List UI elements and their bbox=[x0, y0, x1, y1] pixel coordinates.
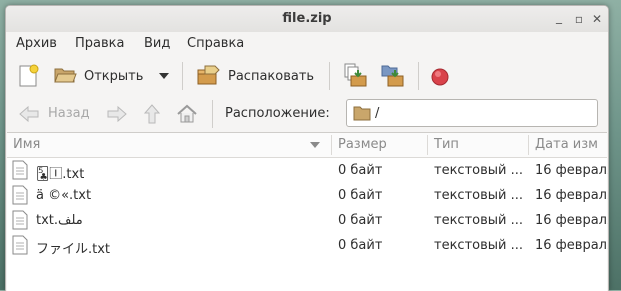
file-row[interactable]: ä ©«.txt 0 байт текстовый ... 16 февраля bbox=[7, 183, 609, 208]
up-arrow-icon[interactable] bbox=[143, 103, 161, 125]
menu-view[interactable]: Вид bbox=[144, 36, 170, 51]
file-date: 16 февраля bbox=[535, 163, 609, 178]
column-type[interactable]: Тип bbox=[428, 133, 528, 157]
open-button-label[interactable]: Открыть bbox=[84, 69, 143, 84]
column-size[interactable]: Размер bbox=[332, 133, 427, 157]
file-name: 🃕🄸.txt bbox=[36, 167, 85, 182]
column-size-label: Размер bbox=[338, 137, 387, 152]
location-value: / bbox=[375, 106, 380, 121]
add-files-icon[interactable] bbox=[343, 62, 369, 88]
chevron-down-icon[interactable] bbox=[158, 72, 170, 80]
file-size: 0 байт bbox=[338, 163, 383, 178]
sort-down-icon bbox=[310, 142, 320, 148]
file-date: 16 февраля bbox=[535, 213, 609, 228]
file-type: текстовый ... bbox=[434, 163, 524, 178]
file-name: txt.ملف bbox=[36, 213, 83, 228]
toolbar-separator bbox=[329, 62, 330, 90]
file-list: Имя Размер Тип Дата изм 🃕🄸.txt 0 байт те… bbox=[7, 132, 609, 291]
home-icon[interactable] bbox=[176, 103, 198, 125]
file-list-header: Имя Размер Тип Дата изм bbox=[7, 133, 607, 158]
archive-manager-window: file.zip _ ▫ ✕ Архив Правка Вид Справка … bbox=[5, 5, 609, 291]
text-file-icon bbox=[12, 235, 28, 255]
column-date[interactable]: Дата изм bbox=[529, 133, 607, 157]
file-name: ファイル.txt bbox=[36, 242, 111, 257]
folder-icon bbox=[353, 106, 371, 121]
toolbar-separator bbox=[418, 62, 419, 90]
extract-icon[interactable] bbox=[195, 64, 221, 86]
new-archive-icon[interactable] bbox=[17, 64, 39, 88]
location-label: Расположение: bbox=[225, 106, 330, 121]
folder-open-icon[interactable] bbox=[53, 65, 77, 85]
menu-help[interactable]: Справка bbox=[187, 36, 244, 51]
toolbar-separator bbox=[182, 62, 183, 90]
column-name-label: Имя bbox=[13, 137, 41, 152]
file-size: 0 байт bbox=[338, 213, 383, 228]
file-size: 0 байт bbox=[338, 188, 383, 203]
menu-bar: Архив Правка Вид Справка bbox=[6, 32, 608, 56]
toolbar-separator bbox=[212, 100, 213, 128]
column-date-label: Дата изм bbox=[535, 137, 598, 152]
title-bar[interactable]: file.zip _ ▫ ✕ bbox=[6, 6, 608, 32]
add-folder-icon[interactable] bbox=[380, 62, 406, 88]
text-file-icon bbox=[12, 185, 28, 205]
menu-archive[interactable]: Архив bbox=[16, 36, 57, 51]
file-type: текстовый ... bbox=[434, 188, 524, 203]
column-type-label: Тип bbox=[434, 137, 459, 152]
text-file-icon bbox=[12, 160, 28, 180]
minimize-icon[interactable]: _ bbox=[552, 10, 566, 24]
file-date: 16 февраля bbox=[535, 188, 609, 203]
file-size: 0 байт bbox=[338, 238, 383, 253]
back-arrow-icon[interactable] bbox=[18, 105, 40, 123]
main-toolbar: Открыть Распаковать bbox=[6, 56, 608, 96]
back-button-label[interactable]: Назад bbox=[48, 106, 90, 121]
file-type: текстовый ... bbox=[434, 213, 524, 228]
file-row[interactable]: txt.ملف 0 байт текстовый ... 16 февраля bbox=[7, 208, 609, 233]
close-icon[interactable]: ✕ bbox=[590, 12, 604, 26]
column-name[interactable]: Имя bbox=[7, 133, 331, 157]
menu-edit[interactable]: Правка bbox=[75, 36, 124, 51]
window-title: file.zip bbox=[282, 11, 332, 26]
stop-icon[interactable] bbox=[431, 68, 449, 86]
file-type: текстовый ... bbox=[434, 238, 524, 253]
forward-arrow-icon[interactable] bbox=[106, 105, 128, 123]
file-row[interactable]: ファイル.txt 0 байт текстовый ... 16 февраля bbox=[7, 233, 609, 258]
location-input[interactable]: / bbox=[346, 99, 598, 127]
file-row[interactable]: 🃕🄸.txt 0 байт текстовый ... 16 февраля bbox=[7, 158, 609, 183]
file-name: ä ©«.txt bbox=[36, 188, 92, 203]
text-file-icon bbox=[12, 210, 28, 230]
maximize-icon[interactable]: ▫ bbox=[572, 12, 586, 26]
file-date: 16 февраля bbox=[535, 238, 609, 253]
extract-button-label[interactable]: Распаковать bbox=[228, 69, 314, 84]
